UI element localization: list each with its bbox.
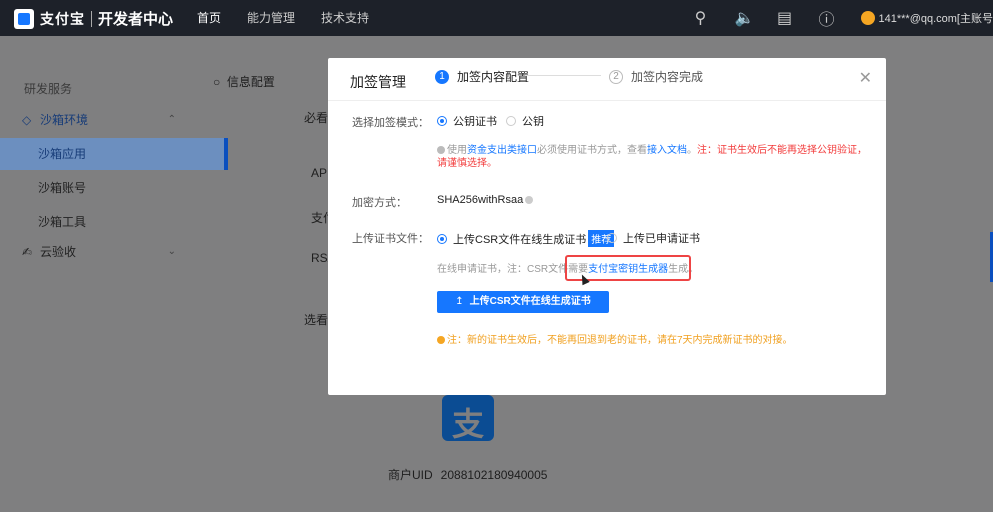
- hint-prefix: 使用: [447, 145, 467, 156]
- sidebar-item-label: 沙箱账号: [38, 181, 87, 195]
- document-icon[interactable]: ▤: [777, 8, 793, 28]
- sidebar-item-sandbox-env[interactable]: ◇ 沙箱环境 ⌃: [0, 104, 190, 136]
- bg-required-fragment: 必看: [304, 111, 329, 125]
- sidebar: 研发服务 ◇ 沙箱环境 ⌃ 沙箱应用 沙箱账号 沙箱工具 ✍ 云验收 ⌄: [0, 36, 228, 512]
- tab-label: 信息配置: [226, 75, 275, 89]
- radio-label: 上传已申请证书: [623, 233, 700, 245]
- merchant-uid: 商户UID 2088102180940005: [388, 466, 555, 483]
- close-icon[interactable]: ✕: [859, 68, 872, 88]
- active-indicator: [224, 138, 228, 170]
- check-doc-icon: ✍: [22, 245, 33, 259]
- step-label: 加签内容配置: [457, 70, 530, 84]
- radio-upload-existing[interactable]: 上传已申请证书: [607, 230, 700, 246]
- avatar[interactable]: [860, 11, 875, 25]
- sidebar-item-cloud-acceptance[interactable]: ✍ 云验收 ⌄: [0, 236, 190, 268]
- hint-mid: 必须使用证书方式，查看: [537, 145, 647, 156]
- sidebar-item-sandbox-app[interactable]: 沙箱应用: [0, 138, 228, 170]
- nav-capability[interactable]: 能力管理: [247, 0, 295, 36]
- radio-checked-icon: [437, 233, 447, 244]
- step-complete: 2 加签内容完成: [609, 68, 703, 85]
- radio-upload-csr[interactable]: 上传CSR文件在线生成证书 推荐: [437, 230, 615, 247]
- speaker-icon[interactable]: 🔈: [735, 8, 755, 28]
- step-number: 1: [435, 69, 449, 84]
- modal-header-divider: [328, 100, 886, 101]
- radio-checked-icon: [437, 116, 447, 126]
- modal-title: 加签管理: [350, 74, 406, 90]
- question-icon[interactable]: [525, 196, 534, 204]
- alipay-logo[interactable]: 支付宝 开发者中心: [14, 8, 173, 29]
- sidebar-item-label: 沙箱应用: [38, 147, 87, 161]
- search-icon[interactable]: ⚲: [693, 8, 709, 28]
- info-icon: [437, 146, 445, 154]
- nav-home[interactable]: 首页: [197, 0, 221, 36]
- hint-dot: 。: [687, 145, 697, 156]
- uid-value: 2088102180940005: [440, 468, 548, 482]
- radio-unchecked-icon: [506, 116, 516, 126]
- step-number: 2: [609, 69, 623, 84]
- sidebar-item-label: 沙箱工具: [38, 215, 87, 229]
- top-right-tools: ⚲ 🔈 ▤ ⓘ 141***@qq.com[主账号: [693, 0, 993, 36]
- sidebar-item-label: 云验收: [40, 245, 77, 259]
- tab-info-config[interactable]: ○ 信息配置: [213, 73, 275, 90]
- logo-subtitle: 开发者中心: [98, 11, 174, 28]
- tab-dot-icon: ○: [213, 75, 227, 89]
- sign-mode-label: 选择加签模式：: [352, 117, 429, 129]
- account-name[interactable]: 141***@qq.com[主账号: [879, 10, 993, 26]
- radio-label: 上传CSR文件在线生成证书: [453, 233, 587, 246]
- upload-csr-button[interactable]: ↥ 上传CSR文件在线生成证书: [437, 291, 609, 313]
- warning-icon: [437, 336, 445, 344]
- step-config: 1 加签内容配置: [435, 68, 529, 85]
- fund-api-link[interactable]: 资金支出类接口: [467, 145, 537, 156]
- sidebar-item-label: 沙箱环境: [40, 113, 89, 127]
- help-icon[interactable]: ⓘ: [819, 6, 835, 30]
- step-connector: [525, 75, 601, 76]
- radio-label: 公钥证书: [453, 116, 497, 128]
- top-navbar: 支付宝 开发者中心 首页 能力管理 技术支持 ⚲ 🔈 ▤ ⓘ 141***@qq…: [0, 0, 993, 36]
- logo-brand-text: 支付宝: [40, 10, 85, 27]
- chevron-down-icon: ⌄: [167, 246, 176, 257]
- logo-divider: [91, 10, 92, 27]
- encrypt-method: SHA256withRsaa: [437, 194, 524, 206]
- alipay-logo-icon: [14, 8, 34, 29]
- cert-notice: 注：新的证书生效后，不能再回退到老的证书，请在7天内完成新证书的对接。: [437, 331, 793, 346]
- radio-label: 公钥: [522, 116, 544, 128]
- encrypt-value: SHA256withRsaa: [437, 194, 534, 206]
- main-nav: 首页 能力管理 技术支持: [197, 0, 395, 36]
- nav-support[interactable]: 技术支持: [321, 0, 369, 36]
- radio-unchecked-icon: [607, 233, 617, 243]
- step-label: 加签内容完成: [631, 70, 704, 84]
- sidebar-item-sandbox-account[interactable]: 沙箱账号: [0, 172, 228, 204]
- radio-public-key-cert[interactable]: 公钥证书: [437, 113, 497, 129]
- notice-text: 注：新的证书生效后，不能再回退到老的证书，请在7天内完成新证书的对接。: [447, 335, 793, 346]
- upload-cert-label: 上传证书文件：: [352, 233, 429, 245]
- signing-management-modal: 加签管理 1 加签内容配置 2 加签内容完成 ✕ 选择加签模式： 公钥证书 公钥…: [328, 58, 886, 395]
- bg-optional-fragment: 选看: [304, 313, 329, 327]
- upload-icon: ↥: [455, 296, 464, 307]
- chevron-up-icon: ⌃: [167, 114, 176, 125]
- access-doc-link[interactable]: 接入文档: [647, 145, 687, 156]
- uid-label: 商户UID: [388, 468, 433, 482]
- encrypt-label: 加密方式：: [352, 197, 407, 209]
- upload-button-label: 上传CSR文件在线生成证书: [469, 296, 591, 307]
- cube-icon: ◇: [22, 113, 32, 127]
- sidebar-section-title: 研发服务: [24, 82, 73, 96]
- sign-mode-hint: 使用资金支出类接口必须使用证书方式，查看接入文档。注：证书生效后不能再选择公钥验…: [437, 144, 867, 170]
- radio-public-key[interactable]: 公钥: [506, 113, 544, 129]
- app-logo-icon: [442, 395, 494, 445]
- sidebar-item-sandbox-tools[interactable]: 沙箱工具: [0, 206, 228, 238]
